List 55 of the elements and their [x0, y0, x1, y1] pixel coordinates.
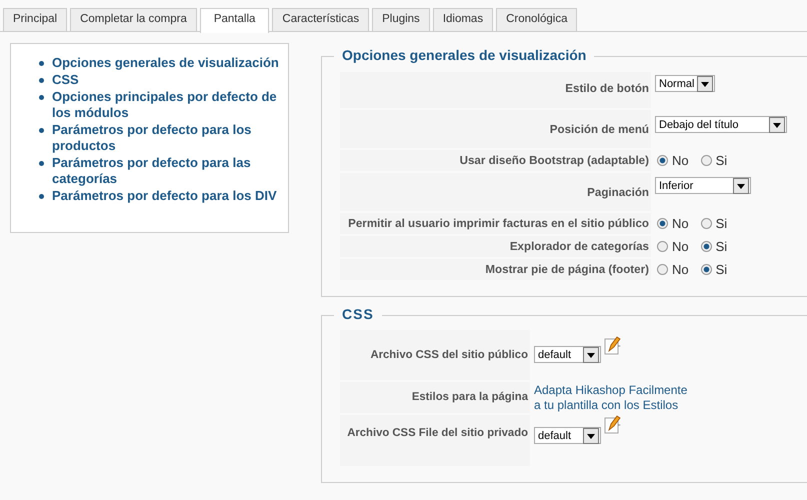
link[interactable]: Adapta Hikashop Facilmente a tu plantilla con los Estilos — [534, 382, 694, 413]
field-label: Archivo CSS File del sitio privado — [340, 415, 530, 466]
bullet-icon — [39, 194, 44, 199]
field-label: Explorador de categorías — [340, 236, 651, 257]
radio-label: Si — [716, 239, 728, 254]
edit-icon[interactable] — [604, 336, 622, 356]
tab[interactable]: Principal — [3, 8, 68, 31]
radio-button[interactable] — [700, 241, 712, 252]
bullet-icon — [39, 78, 44, 83]
radio-button[interactable] — [657, 241, 668, 252]
sidebar-link[interactable]: Parámetros por defecto para los DIV — [52, 188, 288, 204]
dropdown[interactable]: Debajo del título — [655, 116, 787, 133]
field-label: Mostrar pie de página (footer) — [340, 259, 651, 280]
section-title: CSS — [334, 306, 382, 322]
tab[interactable]: Pantalla — [200, 8, 270, 33]
radio-label: Si — [716, 153, 728, 168]
radio-button[interactable] — [700, 218, 712, 229]
field-label: Estilo de botón — [340, 72, 651, 108]
tab[interactable]: Completar la compra — [70, 8, 197, 31]
radio-label: No — [672, 153, 689, 168]
radio-button[interactable] — [700, 155, 712, 166]
radio-button[interactable] — [657, 264, 668, 275]
edit-icon[interactable] — [604, 415, 622, 435]
bullet-icon — [39, 161, 44, 166]
radio-label: Si — [716, 216, 728, 231]
tab[interactable]: Plugins — [372, 8, 430, 31]
sidebar-link[interactable]: CSS — [52, 72, 288, 88]
section-title: Opciones generales de visualización — [334, 47, 594, 63]
dropdown[interactable]: Normal — [655, 75, 715, 92]
sidebar-link[interactable]: Parámetros por defecto para las categorías — [52, 155, 288, 187]
field-label: Paginación — [340, 173, 651, 211]
tab[interactable]: Cronológica — [496, 8, 578, 31]
radio-button[interactable] — [700, 264, 712, 275]
radio-label: No — [672, 262, 689, 277]
dropdown[interactable]: default — [534, 346, 601, 363]
sidebar-link[interactable]: Parámetros por defecto para los productos — [52, 122, 288, 154]
field-label: Estilos para la página — [340, 382, 530, 413]
sidebar-link[interactable]: Opciones generales de visualización — [52, 55, 288, 71]
sidebar-link[interactable]: Opciones principales por defecto de los módulos — [52, 89, 288, 121]
tab[interactable]: Características — [272, 8, 370, 31]
dropdown[interactable]: Inferior — [655, 177, 751, 194]
radio-label: No — [672, 239, 689, 254]
field-label: Archivo CSS del sitio público — [340, 330, 530, 380]
bullet-icon — [39, 61, 44, 66]
radio-button[interactable] — [657, 155, 668, 166]
bullet-icon — [39, 95, 44, 100]
bullet-icon — [39, 128, 44, 133]
field-label: Permitir al usuario imprimir facturas en el sitio público — [340, 213, 651, 234]
field-label: Posición de menú — [340, 110, 651, 148]
dropdown[interactable]: default — [534, 427, 601, 444]
radio-label: No — [672, 216, 689, 231]
radio-button[interactable] — [657, 218, 668, 229]
field-label: Usar diseño Bootstrap (adaptable) — [340, 150, 651, 171]
tab[interactable]: Idiomas — [432, 8, 494, 31]
radio-label: Si — [716, 262, 728, 277]
